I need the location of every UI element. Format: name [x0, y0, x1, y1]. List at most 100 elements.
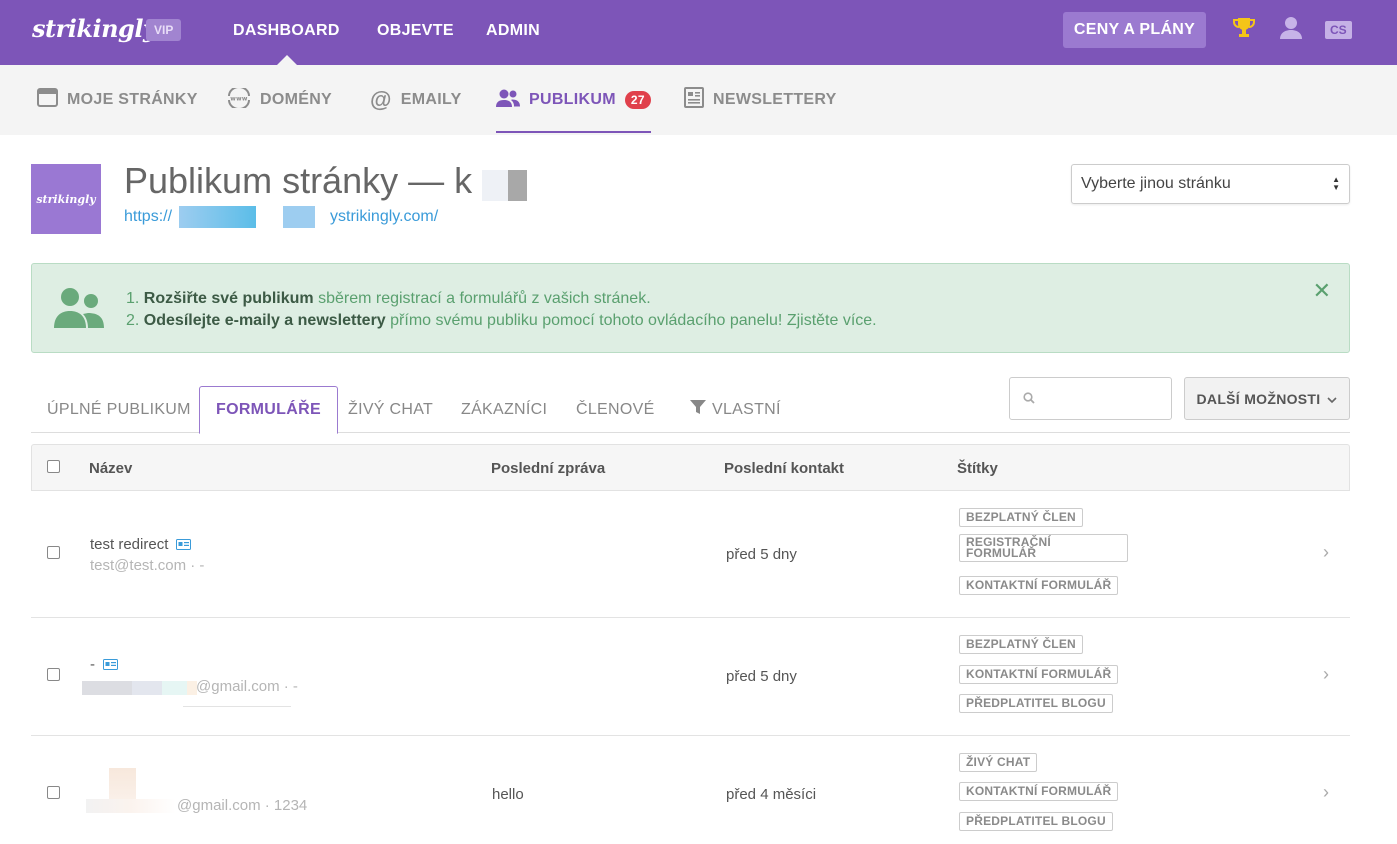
plans-button[interactable]: CENY A PLÁNY	[1063, 12, 1206, 48]
tab-zakaznici[interactable]: ZÁKAZNÍCI	[461, 386, 547, 433]
contact-name: test redirect	[90, 536, 192, 554]
trophy-icon[interactable]	[1233, 16, 1255, 45]
column-header-nazev[interactable]: Název	[89, 460, 132, 477]
vip-badge: VIP	[146, 19, 182, 41]
redacted-underline	[183, 706, 291, 707]
publikum-count-badge: 27	[624, 91, 651, 109]
row-checkbox[interactable]	[47, 546, 60, 559]
redacted-email	[82, 681, 197, 695]
site-thumbnail[interactable]: strikingly	[31, 164, 101, 234]
tag-badge: KONTAKTNÍ FORMULÁŘ	[959, 665, 1119, 684]
nav-objevte[interactable]: OBJEVTE	[377, 22, 454, 40]
select-arrows-icon: ▲ ▼	[1332, 175, 1340, 192]
info-line-1-text: sběrem registrací a formulářů z vašich s…	[318, 290, 651, 307]
more-options-button[interactable]: DALŠÍ MOŽNOSTI	[1184, 377, 1350, 420]
info-line-1-bold: Rozšiřte své publikum	[143, 290, 314, 307]
tab-vlastni-label: VLASTNÍ	[712, 400, 781, 418]
subnav-newslettery[interactable]: NEWSLETTERY	[684, 65, 837, 135]
subnav-label: EMAILY	[400, 91, 462, 108]
svg-text:www: www	[230, 95, 248, 102]
info-line-1: 1. Rozšiřte své publikum sběrem registra…	[126, 288, 877, 310]
tag-badge: BEZPLATNÝ ČLEN	[959, 635, 1083, 654]
info-alert: 1. Rozšiřte své publikum sběrem registra…	[31, 263, 1350, 353]
tab-clenove[interactable]: ČLENOVÉ	[576, 386, 655, 433]
info-line-2: 2. Odesílejte e-maily a newslettery přím…	[126, 310, 877, 332]
column-header-stitky: Štítky	[957, 460, 998, 477]
newsletter-icon	[684, 87, 704, 113]
site-url-link[interactable]: https:// ystrikingly.com/	[124, 208, 438, 226]
tag-badge: BEZPLATNÝ ČLEN	[959, 508, 1083, 527]
active-nav-caret	[277, 55, 297, 65]
last-contact: před 5 dny	[726, 546, 797, 563]
info-text: 1. Rozšiřte své publikum sběrem registra…	[126, 288, 877, 332]
tag-badge: KONTAKTNÍ FORMULÁŘ	[959, 576, 1119, 595]
table-header: Název Poslední zpráva Poslední kontakt Š…	[31, 444, 1350, 491]
tag-badge: PŘEDPLATITEL BLOGU	[959, 694, 1113, 713]
tag-badge: KONTAKTNÍ FORMULÁŘ	[959, 782, 1119, 801]
subnav-moje-stranky[interactable]: MOJE STRÁNKY	[37, 65, 198, 135]
search-field[interactable]	[1009, 377, 1172, 420]
chevron-right-icon[interactable]: ›	[1323, 542, 1329, 563]
page-title: Publikum stránky — k	[124, 160, 473, 201]
column-header-posledni-kontakt[interactable]: Poslední kontakt	[724, 460, 844, 477]
row-checkbox[interactable]	[47, 668, 60, 681]
contact-card-icon	[103, 657, 118, 674]
subnav-publikum[interactable]: PUBLIKUM 27	[496, 65, 651, 135]
tag-badge: REGISTRAČNÍ FORMULÁŘ	[959, 534, 1128, 562]
at-sign-icon: @	[370, 87, 392, 112]
table-row[interactable]: - @gmail.com · - před 5 dny BEZPLATNÝ ČL…	[31, 618, 1350, 736]
chevron-right-icon[interactable]: ›	[1323, 664, 1329, 685]
site-select-value: Vyberte jinou stránku	[1081, 175, 1231, 192]
top-navigation-bar: strikingly VIP DASHBOARD OBJEVTE ADMIN C…	[0, 0, 1397, 65]
last-message: hello	[492, 786, 524, 803]
contact-email: @gmail.com · -	[196, 678, 298, 695]
column-header-posledni-zprava[interactable]: Poslední zpráva	[491, 460, 605, 477]
tab-zivy-chat[interactable]: ŽIVÝ CHAT	[348, 386, 433, 433]
contact-name-text: -	[90, 656, 95, 673]
info-line-2-bold: Odesílejte e-maily a newslettery	[143, 312, 386, 329]
language-switcher[interactable]: CS	[1325, 21, 1352, 39]
redacted-site-name	[482, 170, 527, 201]
more-options-label: DALŠÍ MOŽNOSTI	[1196, 390, 1321, 407]
browser-window-icon	[37, 88, 58, 112]
subnav-emaily[interactable]: @ EMAILY	[370, 65, 462, 135]
table-row[interactable]: test redirect test@test.com · - před 5 d…	[31, 491, 1350, 618]
redacted-url-part	[179, 206, 256, 228]
close-icon[interactable]: ✕	[1313, 280, 1331, 302]
filter-icon	[690, 399, 706, 420]
search-icon	[1023, 391, 1035, 409]
tab-formulare[interactable]: FORMULÁŘE	[199, 386, 338, 434]
subnav-label: PUBLIKUM	[529, 91, 616, 108]
contact-name: -	[90, 656, 118, 674]
last-contact: před 4 měsíci	[726, 786, 817, 803]
subnav-label: DOMÉNY	[260, 91, 333, 108]
user-icon[interactable]	[1280, 16, 1302, 45]
info-line-number: 1.	[126, 290, 140, 307]
site-url-suffix: ystrikingly.com/	[330, 208, 439, 225]
site-select-dropdown[interactable]: Vyberte jinou stránku ▲ ▼	[1071, 164, 1350, 204]
strikingly-logo[interactable]: strikingly	[32, 14, 157, 43]
subnav-label: MOJE STRÁNKY	[67, 91, 198, 108]
last-contact: před 5 dny	[726, 668, 797, 685]
tag-badge: PŘEDPLATITEL BLOGU	[959, 812, 1113, 831]
subnav-label: NEWSLETTERY	[713, 91, 837, 108]
tab-uplne-publikum[interactable]: ÚPLNÉ PUBLIKUM	[47, 386, 191, 433]
contact-email: @gmail.com · 1234	[177, 797, 308, 814]
tab-vlastni[interactable]: VLASTNÍ	[690, 386, 781, 433]
redacted-email	[86, 799, 176, 813]
chevron-right-icon[interactable]: ›	[1323, 782, 1329, 803]
tag-badge: ŽIVÝ CHAT	[959, 753, 1038, 772]
info-line-2-text[interactable]: přímo svému publiku pomocí tohoto ovláda…	[390, 312, 876, 329]
contact-card-icon	[176, 537, 192, 554]
nav-admin[interactable]: ADMIN	[486, 22, 540, 40]
subnav-domeny[interactable]: www DOMÉNY	[227, 65, 332, 135]
users-icon	[496, 88, 520, 113]
row-checkbox[interactable]	[47, 786, 60, 799]
table-row[interactable]: @gmail.com · 1234 hello před 4 měsíci ŽI…	[31, 736, 1350, 844]
nav-dashboard[interactable]: DASHBOARD	[233, 22, 340, 40]
info-line-number: 2.	[126, 312, 140, 329]
select-all-checkbox[interactable]	[47, 460, 60, 473]
contact-email: test@test.com · -	[90, 557, 205, 574]
contact-name-text: test redirect	[90, 536, 169, 553]
search-input[interactable]	[1046, 386, 1166, 412]
